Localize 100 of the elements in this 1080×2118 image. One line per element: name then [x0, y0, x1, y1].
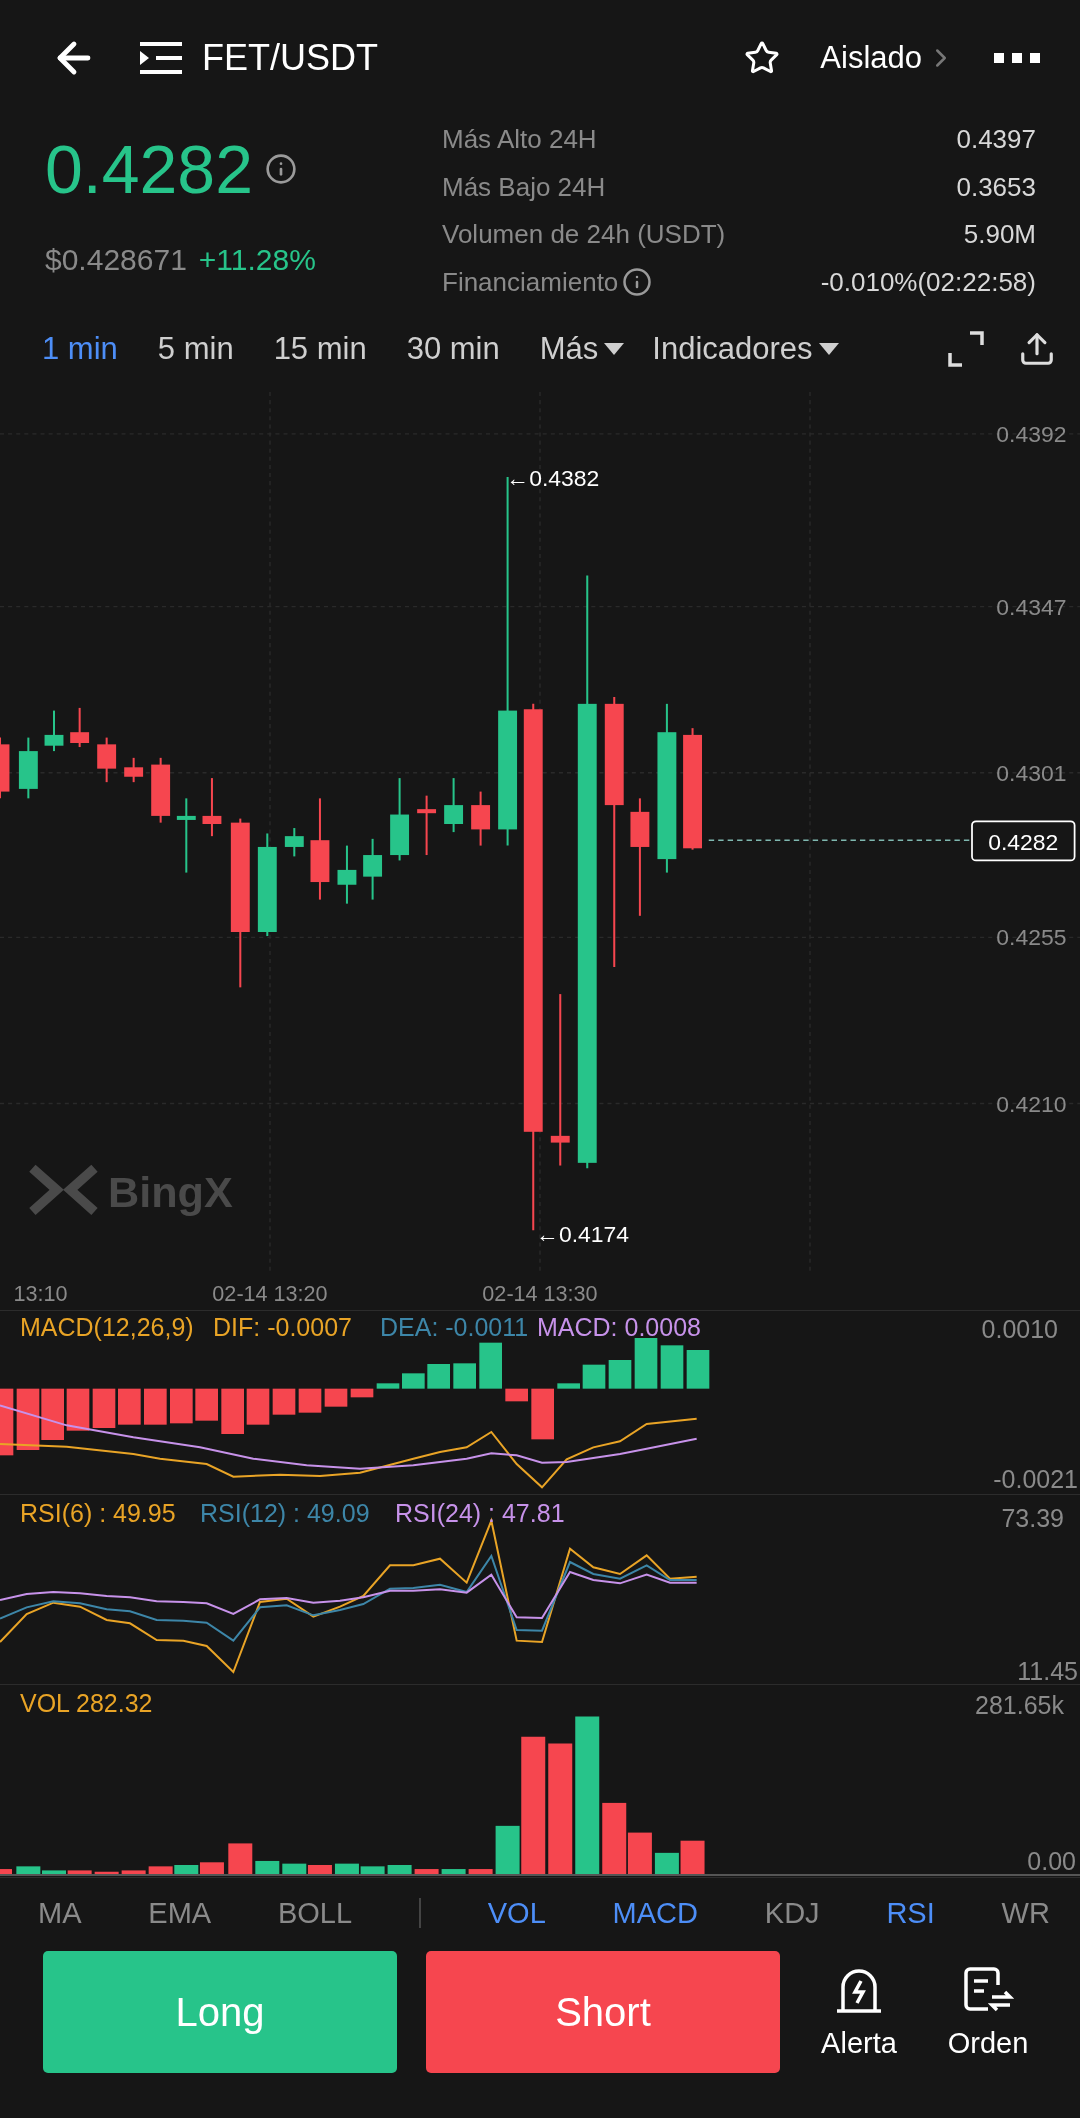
candlestick: [417, 795, 437, 856]
indicator-tab[interactable]: MA: [38, 1896, 82, 1930]
interval-tab[interactable]: 15 min: [273, 331, 367, 367]
axis-label: 0.4392: [996, 420, 1067, 447]
interval-tab[interactable]: 5 min: [157, 331, 234, 367]
stat-value: -0.010%(02:22:58): [820, 266, 1036, 298]
stat-label: Más Bajo 24H: [442, 171, 606, 203]
candlestick: [284, 828, 304, 857]
candlestick: [70, 707, 90, 748]
candlestick: [337, 845, 357, 904]
last-price: 0.4282: [45, 129, 253, 208]
candlestick: [471, 791, 491, 846]
indicator-label: RSI(24) : 47.81: [395, 1499, 565, 1527]
indicator-label: RSI(12) : 49.09: [200, 1499, 370, 1527]
histogram-bar: [92, 1388, 116, 1428]
histogram-bar: [557, 1383, 580, 1389]
histogram-bar: [298, 1388, 322, 1413]
star-icon[interactable]: [744, 40, 781, 76]
stat-label: Financiamiento: [442, 266, 619, 298]
histogram-bar: [582, 1364, 606, 1389]
volume-bar: [468, 1869, 493, 1875]
histogram-bar: [144, 1388, 167, 1425]
histogram-bar: [660, 1345, 684, 1389]
indicator-label: VOL 282.32: [20, 1689, 153, 1717]
share-icon[interactable]: [1018, 330, 1056, 368]
histogram-bar: [350, 1388, 374, 1398]
histogram-bar: [246, 1388, 270, 1425]
dropdown-menu[interactable]: Más: [539, 331, 625, 367]
axis-label: 281.65k: [975, 1691, 1064, 1719]
histogram-bar: [16, 1388, 40, 1450]
histogram-bar: [402, 1373, 425, 1389]
histogram-bar: [41, 1388, 64, 1440]
histogram-bar: [0, 1388, 14, 1456]
order-button[interactable]: Orden: [938, 1964, 1038, 2060]
indicator-tab[interactable]: EMA: [148, 1896, 212, 1930]
histogram-bar: [531, 1388, 554, 1440]
axis-label: -0.0021: [993, 1465, 1078, 1493]
histogram-bar: [453, 1363, 476, 1389]
indicator-tab[interactable]: VOL: [487, 1896, 546, 1930]
histogram-bar: [66, 1388, 90, 1431]
interval-tab[interactable]: 1 min: [42, 331, 118, 367]
stat-value: 0.4397: [956, 124, 1036, 156]
info-icon[interactable]: [622, 267, 653, 298]
indicator-tab[interactable]: MACD: [612, 1896, 698, 1930]
high-price-marker: ←0.4382: [506, 465, 600, 492]
time-label: 02-14 13:30: [482, 1280, 598, 1306]
axis-label: 0.4255: [996, 924, 1067, 951]
more-icon[interactable]: [994, 53, 1040, 63]
candlestick: [363, 838, 383, 900]
pair-title[interactable]: FET/USDT: [202, 37, 378, 79]
indicator-label: MACD(12,26,9): [20, 1313, 194, 1341]
alert-button[interactable]: Alerta: [809, 1964, 909, 2060]
volume-bar: [334, 1863, 359, 1875]
histogram-bar: [272, 1388, 296, 1415]
volume-bar: [360, 1866, 385, 1875]
stat-value: 5.90M: [963, 219, 1036, 251]
time-label: 13:10: [13, 1280, 68, 1306]
candlestick: [0, 737, 10, 799]
axis-label: 0.4347: [996, 593, 1067, 620]
axis-label: 0.4210: [996, 1090, 1067, 1117]
candlestick: [97, 737, 117, 783]
indicator-label: DEA: -0.0011: [380, 1313, 529, 1341]
axis-label: 0.00: [1027, 1847, 1076, 1875]
axis-label: 0.0010: [981, 1315, 1058, 1343]
fullscreen-icon[interactable]: [948, 331, 984, 367]
volume-bar: [228, 1843, 253, 1875]
candlestick: [18, 737, 38, 799]
usd-price: $0.428671: [45, 243, 187, 277]
stat-label: Más Alto 24H: [442, 124, 597, 156]
info-icon[interactable]: [265, 152, 297, 185]
histogram-bar: [608, 1360, 632, 1389]
caret-icon: [818, 343, 839, 355]
margin-mode-button[interactable]: Aislado: [800, 40, 956, 76]
indicator-label: RSI(6) : 49.95: [20, 1499, 176, 1527]
volume-bar: [94, 1871, 119, 1875]
stat-label: Volumen de 24h (USDT): [442, 219, 726, 251]
short-button[interactable]: Short: [426, 1951, 780, 2073]
candlestick: [151, 757, 171, 823]
volume-bar: [0, 1869, 12, 1875]
candlestick: [44, 710, 64, 752]
volume-bar: [174, 1865, 199, 1875]
volume-bar: [441, 1869, 466, 1875]
dropdown-menu[interactable]: Indicadores: [652, 331, 839, 367]
volume-bar: [387, 1865, 412, 1875]
histogram-bar: [195, 1388, 218, 1421]
list-menu-icon[interactable]: [140, 40, 182, 76]
indicator-tab[interactable]: KDJ: [764, 1896, 820, 1930]
price-change: +11.28%: [198, 243, 316, 277]
interval-tab[interactable]: 30 min: [406, 331, 500, 367]
histogram-bar: [479, 1342, 502, 1389]
histogram-bar: [324, 1388, 348, 1407]
indicator-tab[interactable]: BOLL: [277, 1896, 353, 1930]
indicator-tab[interactable]: WR: [1001, 1896, 1050, 1930]
histogram-bar: [221, 1388, 244, 1434]
volume-bar: [307, 1865, 332, 1875]
indicator-tab[interactable]: RSI: [886, 1896, 935, 1930]
indicator-label: DIF: -0.0007: [213, 1313, 352, 1341]
histogram-bar: [505, 1388, 528, 1402]
candlestick: [124, 757, 144, 783]
stat-value: 0.3653: [956, 171, 1036, 203]
